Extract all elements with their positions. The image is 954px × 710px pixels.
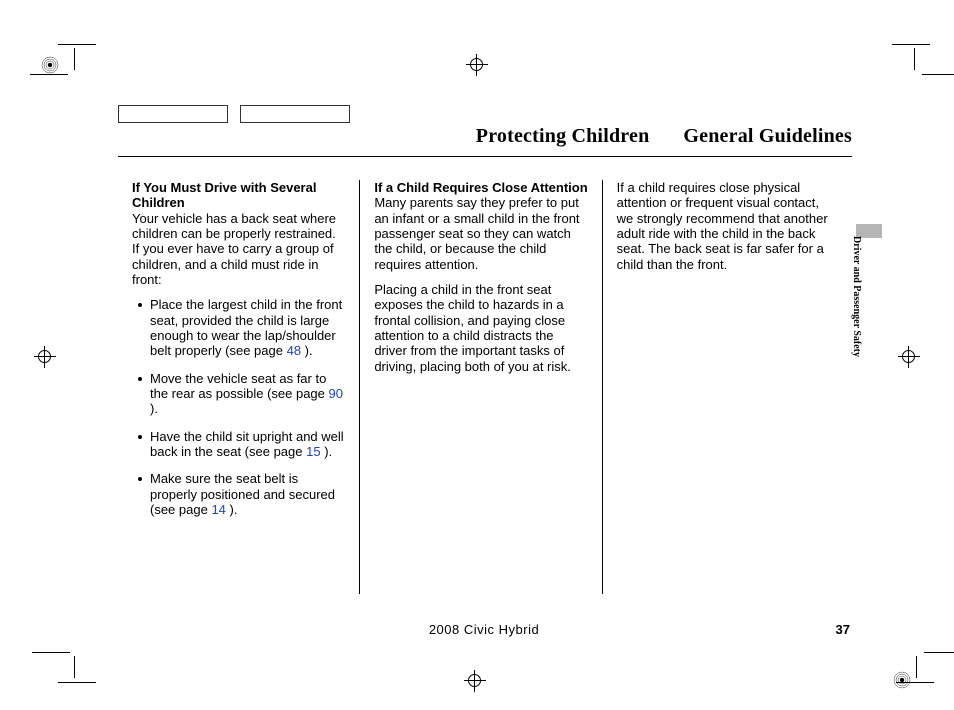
list-item: Make sure the seat belt is properly posi…: [136, 471, 345, 517]
crosshair-icon: [464, 670, 486, 692]
bullet-text: Make sure the seat belt is properly posi…: [150, 471, 335, 517]
column-3: If a child requires close physical atten…: [602, 180, 844, 594]
col2-heading: If a Child Requires Close Attention: [374, 180, 587, 195]
footer-page-number: 37: [836, 622, 850, 637]
list-item: Have the child sit upright and well back…: [136, 429, 345, 460]
bullet-text-post: ).: [321, 444, 333, 459]
list-item: Move the vehicle seat as far to the rear…: [136, 371, 345, 417]
col1-heading: If You Must Drive with Several Children: [132, 180, 316, 210]
page-title-right: General Guidelines: [683, 125, 852, 147]
chapter-tab-label: Driver and Passenger Safety: [851, 236, 862, 357]
page-link[interactable]: 14: [211, 502, 225, 517]
bullet-text: Place the largest child in the front sea…: [150, 297, 342, 358]
crosshair-icon: [466, 54, 488, 76]
col3-p1: If a child requires close physical atten…: [617, 180, 830, 272]
footer-model: 2008 Civic Hybrid: [429, 622, 539, 637]
registration-mark-icon: [40, 55, 60, 75]
page-header: Protecting Children General Guidelines: [118, 125, 852, 157]
col2-p1: Many parents say they prefer to put an i…: [374, 195, 579, 271]
page-title-left: Protecting Children: [476, 125, 650, 147]
registration-mark-icon: [892, 670, 912, 690]
col1-intro: Your vehicle has a back seat where child…: [132, 211, 336, 287]
crosshair-icon: [898, 346, 920, 368]
crosshair-icon: [34, 346, 56, 368]
page-link[interactable]: 15: [306, 444, 320, 459]
header-rule: [118, 156, 852, 157]
bullet-text-post: ).: [150, 401, 158, 416]
col2-p2: Placing a child in the front seat expose…: [374, 282, 587, 374]
page-link[interactable]: 90: [329, 386, 343, 401]
bullet-text: Move the vehicle seat as far to the rear…: [150, 371, 329, 401]
bullet-text-post: ).: [301, 343, 313, 358]
bullet-text-post: ).: [226, 502, 238, 517]
list-item: Place the largest child in the front sea…: [136, 297, 345, 358]
page-link[interactable]: 48: [287, 343, 301, 358]
col1-bullet-list: Place the largest child in the front sea…: [136, 297, 345, 517]
column-2: If a Child Requires Close Attention Many…: [359, 180, 601, 594]
content-columns: If You Must Drive with Several Children …: [118, 180, 844, 594]
column-1: If You Must Drive with Several Children …: [118, 180, 359, 594]
blank-field-boxes: [118, 105, 350, 123]
